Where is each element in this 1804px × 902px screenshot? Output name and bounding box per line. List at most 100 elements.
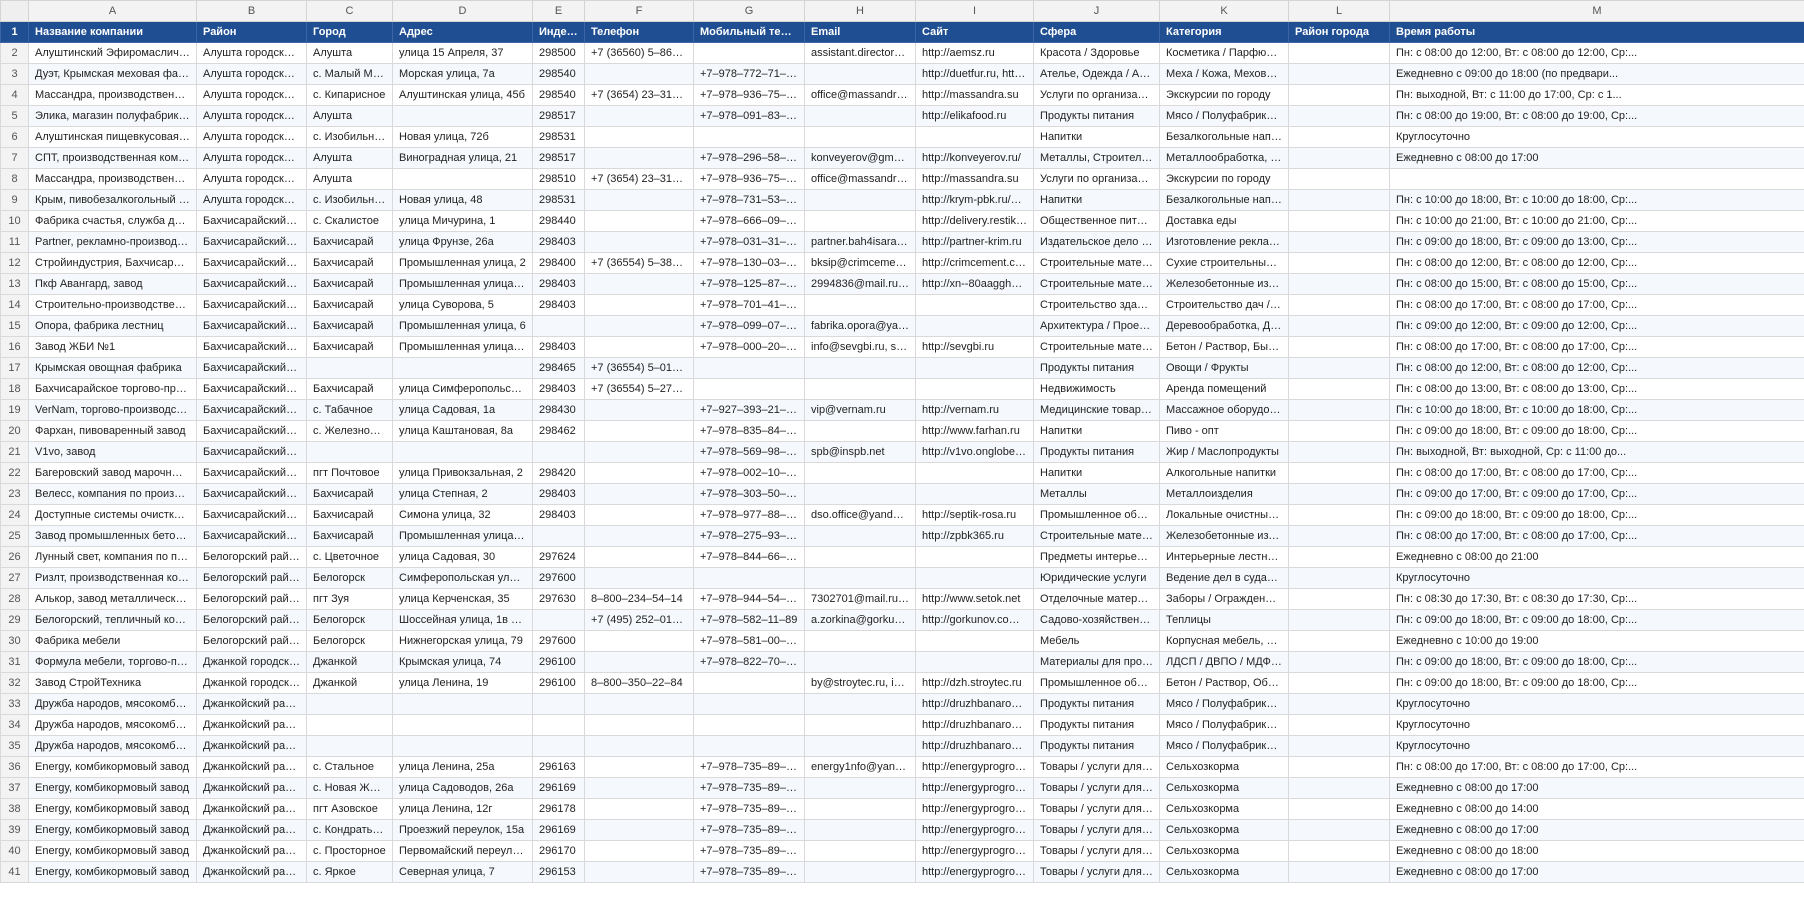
table-cell[interactable]: dso.office@yandex.ru [804,504,916,526]
table-cell[interactable]: partner.bah4isarai@gm... [804,231,916,253]
table-cell[interactable]: 7302701@mail.ru, 9445... [804,588,916,610]
table-cell[interactable]: Energy, комбикормовый завод [28,861,197,883]
table-cell[interactable]: улица Привокзальная, 2 [392,462,533,484]
table-cell[interactable] [392,714,533,736]
table-cell[interactable] [584,105,694,127]
table-cell[interactable]: Экскурсии по городу [1159,84,1289,106]
table-cell[interactable]: Сельхозкорма [1159,861,1289,883]
table-cell[interactable]: 298510 [532,168,585,190]
table-cell[interactable] [584,483,694,505]
table-cell[interactable]: http://krym-pbk.ru/onas/f... [915,189,1034,211]
table-cell[interactable] [693,672,805,694]
table-cell[interactable]: Джанкойский район [196,756,307,778]
table-cell[interactable]: +7–978–936–75–04, +7... [693,84,805,106]
table-cell[interactable]: office@massandra.ru [804,168,916,190]
table-cell[interactable] [392,168,533,190]
table-cell[interactable] [1288,630,1390,652]
table-cell[interactable]: fabrika.opora@ya.ru [804,315,916,337]
table-cell[interactable]: Напитки [1033,462,1160,484]
row-number[interactable]: 6 [0,126,29,148]
table-cell[interactable]: Джанкойский район [196,777,307,799]
table-cell[interactable] [1288,756,1390,778]
table-cell[interactable]: Крым, пивобезалкогольный комбинат [28,189,197,211]
table-cell[interactable]: Пн: с 09:00 до 18:00, Вт: с 09:00 до 13:… [1389,231,1804,253]
table-cell[interactable]: Строительные материалы ... [1033,525,1160,547]
table-cell[interactable]: Деревообработка, Дизайн... [1159,315,1289,337]
table-cell[interactable]: Опора, фабрика лестниц [28,315,197,337]
table-cell[interactable]: Пн: с 08:00 до 12:00, Вт: с 08:00 до 12:… [1389,252,1804,274]
table-cell[interactable]: Промышленная улица, 25 [392,336,533,358]
table-cell[interactable]: +7–978–099–07–99, +7... [693,315,805,337]
table-cell[interactable]: +7–978–130–03–82, +7... [693,252,805,274]
table-cell[interactable]: Белогорский район [196,567,307,589]
table-cell[interactable] [804,105,916,127]
table-cell[interactable]: Бахчисарайский район [196,252,307,274]
table-cell[interactable] [392,735,533,757]
table-cell[interactable]: 298540 [532,84,585,106]
table-cell[interactable]: Джанкой городской ок... [196,651,307,673]
table-cell[interactable]: http://crimcement.com [915,252,1034,274]
table-cell[interactable]: пгт Азовское [306,798,393,820]
table-cell[interactable]: Бахчисарайский район [196,336,307,358]
row-number[interactable]: 24 [0,504,29,526]
table-cell[interactable] [1288,63,1390,85]
table-cell[interactable] [584,462,694,484]
table-cell[interactable] [532,315,585,337]
table-cell[interactable]: spb@inspb.net [804,441,916,463]
table-cell[interactable] [693,126,805,148]
table-cell[interactable]: Бахчисарайский район [196,294,307,316]
table-cell[interactable]: Джанкой городской ок... [196,672,307,694]
table-cell[interactable] [532,609,585,631]
table-cell[interactable]: Energy, комбикормовый завод [28,819,197,841]
table-cell[interactable]: Багеровский завод марочных коньяк... [28,462,197,484]
table-cell[interactable] [584,840,694,862]
header-cell[interactable]: Телефон [584,21,694,43]
table-cell[interactable]: с. Стальное [306,756,393,778]
table-cell[interactable]: Меха / Кожа, Меховые / к... [1159,63,1289,85]
table-cell[interactable]: Сельхозкорма [1159,819,1289,841]
table-cell[interactable]: Белогорский район [196,588,307,610]
table-cell[interactable]: http://aemsz.ru [915,42,1034,64]
table-cell[interactable]: Напитки [1033,126,1160,148]
table-cell[interactable]: 298531 [532,189,585,211]
table-cell[interactable]: http://duetfur.ru, http://t... [915,63,1034,85]
table-cell[interactable]: с. Просторное [306,840,393,862]
table-cell[interactable]: Продукты питания [1033,714,1160,736]
table-cell[interactable]: +7–978–936–75–04, +7... [693,168,805,190]
table-cell[interactable] [804,567,916,589]
table-cell[interactable]: улица Фрунзе, 26а [392,231,533,253]
table-cell[interactable]: Бахчисарай [306,525,393,547]
table-cell[interactable]: +7–978–731–53–35 [693,189,805,211]
table-cell[interactable]: улица Симферопольская, 5а [392,378,533,400]
table-cell[interactable]: http://sevgbi.ru [915,336,1034,358]
table-cell[interactable]: Товары / услуги для живот... [1033,819,1160,841]
header-cell[interactable]: Район [196,21,307,43]
table-cell[interactable]: ЛДСП / ДВПО / МДФ, Меб... [1159,651,1289,673]
row-number[interactable]: 41 [0,861,29,883]
table-cell[interactable] [693,42,805,64]
table-cell[interactable]: Белогорский район [196,546,307,568]
table-cell[interactable]: http://druzhbanarodov.ru [915,735,1034,757]
table-cell[interactable]: Алушта [306,168,393,190]
table-cell[interactable]: Пн: с 08:00 до 17:00, Вт: с 08:00 до 17:… [1389,294,1804,316]
table-cell[interactable]: 298540 [532,63,585,85]
table-cell[interactable]: Джанкой [306,672,393,694]
table-cell[interactable] [1288,399,1390,421]
table-cell[interactable]: Товары / услуги для живот... [1033,840,1160,862]
table-cell[interactable]: Фабрика мебели [28,630,197,652]
table-cell[interactable]: Джанкойский район [196,735,307,757]
table-cell[interactable]: +7–978–303–50–69 [693,483,805,505]
row-number[interactable]: 1 [0,21,29,43]
table-cell[interactable]: Пн: выходной, Вт: с 11:00 до 17:00, Ср: … [1389,84,1804,106]
table-cell[interactable] [1288,525,1390,547]
row-number[interactable]: 20 [0,420,29,442]
column-letter-c[interactable]: C [306,0,393,22]
table-cell[interactable] [1288,189,1390,211]
table-cell[interactable]: Промышленная улица, 28 [392,525,533,547]
table-cell[interactable]: 298403 [532,378,585,400]
table-cell[interactable]: Сельхозкорма [1159,798,1289,820]
table-cell[interactable] [532,693,585,715]
table-cell[interactable]: +7–927–393–21–00, +7... [693,399,805,421]
table-cell[interactable]: Медицинские товары, Об... [1033,399,1160,421]
table-cell[interactable]: 298403 [532,336,585,358]
